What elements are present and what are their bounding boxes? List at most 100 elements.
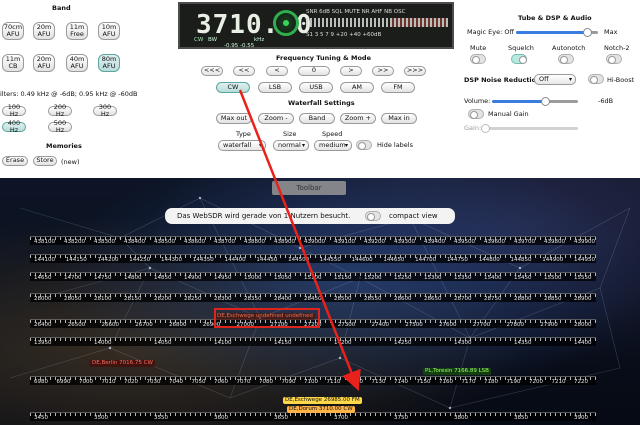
max-out-button[interactable]: Max out [216, 113, 252, 124]
volume-knob[interactable] [541, 97, 551, 106]
gain-slider[interactable] [481, 124, 578, 133]
frequency-scale[interactable]: 14650 14700 14750 14800 14850 14900 14950 15000… [30, 272, 596, 281]
frequency-scale[interactable]: 438100 438200 438300 438400 438500 438600 4387… [30, 236, 596, 245]
scale-label: 14250 [394, 340, 412, 346]
scale-label: 144500 [288, 257, 310, 263]
waterfall-type-select[interactable]: waterfall [218, 140, 266, 151]
mode-lsb-button[interactable]: LSB [258, 82, 292, 93]
toolbar-button[interactable]: Toolbar [272, 181, 346, 195]
band-view-button[interactable]: Band [299, 113, 335, 124]
band-button-11m-cb[interactable]: 11m CB [2, 54, 24, 72]
step-up-3-button[interactable]: >>> [404, 66, 426, 76]
scale-label: 28100 [94, 296, 112, 302]
scale-label: 144300 [161, 257, 183, 263]
frequency-scale[interactable]: 13950 14000 14050 14100 14150 14200 14250 14300… [30, 337, 596, 346]
memory-erase-button[interactable]: Erase [2, 156, 28, 166]
mode-fm-button[interactable]: FM [381, 82, 415, 93]
mode-usb-button[interactable]: USB [299, 82, 333, 93]
scale-label: 7060 [214, 379, 228, 385]
band-button-40m[interactable]: 40m AFU [66, 54, 88, 72]
magic-eye-label: Magic Eye: Off [467, 28, 514, 36]
step-up-1-button[interactable]: > [340, 66, 362, 76]
frequency-scale[interactable]: 6980 6990 7000 7010 7020 7030 7040 7050 7060 7070… [30, 376, 596, 385]
filter-400hz-button[interactable]: 400 Hz [2, 119, 26, 134]
volume-fill [492, 100, 546, 103]
scale-label: 3600 [214, 415, 228, 421]
scale-label: 7220 [574, 379, 588, 385]
scale-label: 144400 [224, 257, 246, 263]
scale-label: 14150 [274, 340, 292, 346]
scale-label: 6980 [34, 379, 48, 385]
step-up-2-button[interactable]: >> [372, 66, 394, 76]
memory-store-button[interactable]: Store [33, 156, 57, 166]
mode-am-button[interactable]: AM [340, 82, 374, 93]
station-label[interactable]: DE,Eschwege 26985.00 FM [283, 397, 362, 404]
scale-label: 438600 [184, 239, 205, 245]
scale-label: 144900 [542, 257, 564, 263]
scale-label: 7200 [529, 379, 543, 385]
magic-eye-max-label: Max [604, 28, 618, 36]
waterfall-size-select[interactable]: normal [273, 140, 309, 151]
noise-reduction-select[interactable]: Off [534, 74, 576, 85]
hiboost-toggle[interactable] [588, 74, 604, 84]
status-indicators: SNR 6dB SQL MUTE NR AHF NB OSC [306, 9, 406, 15]
frequency-scale[interactable]: 144100 144150 144200 144250 144300 144350 1444… [30, 254, 596, 263]
signal-meter-overrange [392, 18, 448, 27]
filter-100hz-button[interactable]: 100 Hz [2, 103, 26, 118]
max-in-button[interactable]: Max in [381, 113, 417, 124]
scale-label: 439600 [484, 239, 505, 245]
scale-label: 28200 [154, 296, 172, 302]
waterfall-speed-select[interactable]: medium [314, 140, 352, 151]
waterfall-area[interactable]: Toolbar Das WebSDR wird gerade von 1 Nut… [0, 178, 640, 425]
station-label[interactable]: PL,Toresin 7166.89 LSB [423, 368, 491, 375]
manual-gain-toggle[interactable] [468, 109, 484, 119]
volume-slider[interactable] [492, 97, 578, 106]
filter-200hz-button[interactable]: 200 Hz [48, 103, 72, 118]
band-button-20m[interactable]: 20m AFU [33, 22, 55, 40]
scale-label: 28150 [124, 296, 142, 302]
station-label[interactable]: DE,Dorum 3710.00 CW [287, 406, 355, 413]
magic-eye-fill [516, 31, 587, 34]
step-down-1-button[interactable]: < [266, 66, 288, 76]
frequency-scale[interactable]: 28000 28050 28100 28150 28200 28250 28300 28350… [30, 293, 596, 302]
mode-cw-button[interactable]: CW [216, 82, 250, 93]
frequency-scale[interactable]: 3450 3500 3550 3600 3650 3700 3750 3800 3850 3900 [30, 412, 596, 421]
step-down-3-button[interactable]: <<< [201, 66, 223, 76]
notch2-toggle[interactable] [606, 54, 622, 64]
band-button-80m[interactable]: 80m AFU [98, 54, 120, 72]
gain-knob[interactable] [481, 124, 490, 133]
scale-label: 15000 [244, 275, 262, 281]
filter-500hz-button[interactable]: 500 Hz [48, 119, 72, 134]
mute-toggle[interactable] [470, 54, 486, 64]
size-label: Size [283, 130, 297, 138]
band-button-20m-2[interactable]: 20m AFU [33, 54, 55, 72]
tuning-dial-icon[interactable] [273, 10, 299, 36]
tuning-title: Frequency Tuning & Mode [276, 54, 371, 62]
scale-label: 26800 [169, 322, 187, 328]
station-label[interactable]: DE,Berlin 7016.75 CW [90, 360, 155, 367]
band-button-11m-free[interactable]: 11m Free [66, 22, 88, 40]
scale-label: 3700 [334, 415, 348, 421]
scale-label: 3850 [514, 415, 528, 421]
scale-label: 144750 [446, 257, 468, 263]
autonotch-toggle[interactable] [558, 54, 574, 64]
scale-label: 439500 [454, 239, 475, 245]
label: AFU [6, 30, 20, 38]
magic-eye-knob[interactable] [582, 28, 592, 37]
squelch-toggle[interactable] [511, 54, 527, 64]
filter-300hz-button[interactable]: 300 Hz [93, 103, 117, 118]
compact-view-toggle[interactable] [365, 211, 381, 221]
band-button-70cm[interactable]: 70cm AFU [2, 22, 24, 40]
label: AFU [37, 62, 51, 70]
zoom-out-button[interactable]: Zoom - [258, 113, 294, 124]
scale-label: 7050 [191, 379, 206, 385]
band-button-10m[interactable]: 10m AFU [98, 22, 120, 40]
scale-label: 439200 [364, 239, 385, 245]
step-down-2-button[interactable]: << [233, 66, 255, 76]
step-zero-button[interactable]: 0 [298, 66, 330, 76]
magic-eye-slider[interactable] [516, 28, 598, 37]
scale-label: 7150 [416, 379, 431, 385]
hide-labels-toggle[interactable] [356, 140, 372, 150]
zoom-in-button[interactable]: Zoom + [340, 113, 376, 124]
scale-label: 27300 [337, 322, 356, 328]
